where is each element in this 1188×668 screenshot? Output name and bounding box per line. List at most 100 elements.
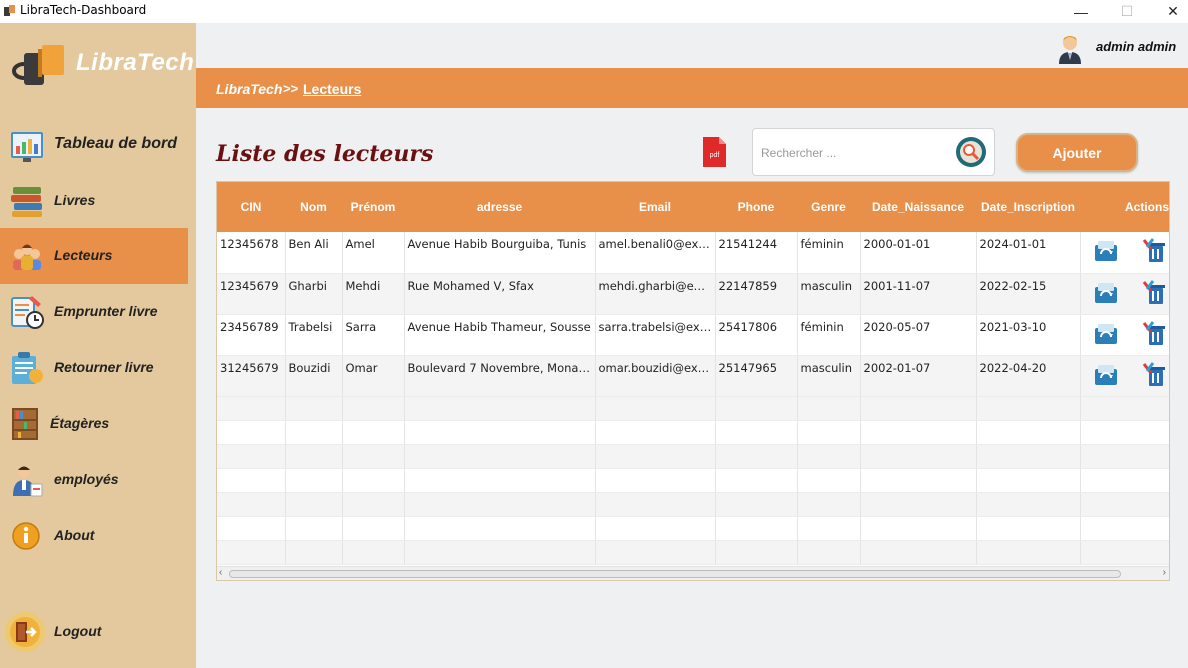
table-cell: sarra.trabelsi@exa... — [595, 314, 716, 356]
column-header[interactable]: CIN — [217, 182, 285, 232]
horizontal-scrollbar[interactable]: ‹ › — [217, 566, 1169, 580]
table-row[interactable]: 12345679 Gharbi Mehdi Rue Mohamed V, Sfax me… — [217, 273, 1169, 315]
empty-cell — [404, 396, 596, 421]
edit-reader-icon[interactable] — [1093, 282, 1119, 308]
row-actions — [1080, 273, 1169, 315]
bookshelf-icon — [12, 408, 38, 440]
logout-door-icon — [5, 612, 45, 652]
delete-reader-icon[interactable] — [1141, 279, 1167, 308]
empty-cell — [217, 492, 286, 517]
table-cell: 2021-03-10 — [976, 314, 1081, 356]
table-cell: 2001-11-07 — [860, 273, 977, 315]
delete-reader-icon[interactable] — [1141, 320, 1167, 349]
table-row[interactable]: 31245679 Bouzidi Omar Boulevard 7 Novembre,… — [217, 355, 1169, 397]
column-header[interactable]: Nom — [285, 182, 342, 232]
empty-cell — [976, 468, 1081, 493]
sidebar-item-emprunter-livre[interactable]: Emprunter livre — [0, 284, 188, 340]
column-header[interactable]: Email — [595, 182, 715, 232]
sidebar-item-etageres[interactable]: Étagères — [0, 396, 188, 452]
empty-row — [217, 468, 1169, 493]
empty-cell — [1080, 492, 1169, 517]
add-reader-button[interactable]: Ajouter — [1016, 133, 1138, 172]
close-button[interactable]: ✕ — [1150, 0, 1188, 23]
table-cell: 25147965 — [715, 355, 798, 397]
empty-cell — [860, 468, 977, 493]
empty-cell — [342, 492, 405, 517]
table-row[interactable]: 23456789 Trabelsi Sarra Avenue Habib Thameu… — [217, 314, 1169, 356]
empty-cell — [797, 492, 861, 517]
brand-logo: LibraTech — [10, 41, 194, 93]
column-header[interactable]: Actions — [1080, 182, 1169, 232]
search-input[interactable] — [761, 143, 951, 163]
empty-cell — [797, 540, 861, 565]
logout-button[interactable]: Logout — [0, 604, 188, 660]
column-header[interactable]: Prénom — [342, 182, 404, 232]
table-cell: masculin — [797, 273, 861, 315]
empty-cell — [976, 540, 1081, 565]
library-logo-icon — [12, 45, 64, 85]
column-header[interactable]: Date_Naissance — [860, 182, 976, 232]
search-icon[interactable] — [956, 137, 986, 167]
empty-cell — [797, 516, 861, 541]
empty-cell — [860, 516, 977, 541]
user-avatar-icon[interactable] — [1054, 30, 1086, 64]
breadcrumb-root[interactable]: LibraTech — [216, 81, 282, 97]
delete-reader-icon[interactable] — [1141, 361, 1167, 390]
books-stack-icon — [11, 187, 42, 217]
column-header[interactable]: Date_Inscription — [976, 182, 1080, 232]
info-icon — [12, 522, 40, 550]
scrollbar-thumb[interactable] — [229, 570, 1121, 578]
app-logo-icon — [4, 5, 15, 16]
edit-reader-icon[interactable] — [1093, 241, 1119, 266]
empty-cell — [217, 396, 286, 421]
sidebar-item-livres[interactable]: Livres — [0, 173, 188, 229]
sidebar-item-tableau-de-bord[interactable]: Tableau de bord — [0, 118, 188, 174]
empty-cell — [595, 396, 716, 421]
empty-cell — [797, 468, 861, 493]
export-pdf-button[interactable]: pdf — [703, 137, 726, 167]
dashboard-chart-icon — [11, 132, 43, 162]
table-cell: 25417806 — [715, 314, 798, 356]
empty-cell — [715, 468, 798, 493]
empty-cell — [797, 444, 861, 469]
empty-cell — [404, 468, 596, 493]
column-header[interactable]: Phone — [715, 182, 797, 232]
empty-cell — [285, 444, 343, 469]
table-cell: 22147859 — [715, 273, 798, 315]
empty-row — [217, 444, 1169, 469]
edit-reader-icon[interactable] — [1093, 364, 1119, 390]
column-header[interactable]: Genre — [797, 182, 860, 232]
sidebar-item-employes[interactable]: employés — [0, 452, 188, 508]
sidebar-item-about[interactable]: About — [0, 508, 188, 564]
table-row[interactable]: 12345678 Ben Ali Amel Avenue Habib Bourguib… — [217, 232, 1169, 274]
empty-cell — [715, 420, 798, 445]
empty-cell — [715, 516, 798, 541]
sidebar-item-retourner-livre[interactable]: Retourner livre — [0, 340, 188, 396]
column-header[interactable]: adresse — [404, 182, 595, 232]
return-clipboard-icon — [12, 352, 43, 384]
table-cell: 21541244 — [715, 232, 798, 274]
breadcrumb-current[interactable]: Lecteurs — [303, 81, 361, 97]
scroll-left-icon[interactable]: ‹ — [219, 567, 222, 578]
empty-row — [217, 516, 1169, 541]
empty-cell — [976, 444, 1081, 469]
table-cell: Avenue Habib Thameur, Sousse — [404, 314, 596, 356]
table-cell: 2000-01-01 — [860, 232, 977, 274]
empty-cell — [404, 444, 596, 469]
table-cell: Gharbi — [285, 273, 343, 315]
empty-cell — [342, 468, 405, 493]
sidebar-item-label: employés — [54, 471, 119, 487]
table-cell: amel.benali0@exa... — [595, 232, 716, 274]
maximize-button[interactable]: ☐ — [1104, 0, 1150, 23]
table-cell: Omar — [342, 355, 405, 397]
app-window: LibraTech-Dashboard — ☐ ✕ LibraTech Tabl… — [0, 0, 1188, 668]
sidebar-item-lecteurs[interactable]: Lecteurs — [0, 228, 188, 284]
delete-reader-icon[interactable] — [1141, 238, 1167, 266]
scroll-right-icon[interactable]: › — [1163, 567, 1166, 578]
empty-cell — [342, 444, 405, 469]
edit-reader-icon[interactable] — [1093, 323, 1119, 349]
empty-cell — [217, 420, 286, 445]
minimize-button[interactable]: — — [1058, 0, 1104, 23]
table-cell: féminin — [797, 232, 861, 274]
row-actions — [1080, 232, 1169, 274]
